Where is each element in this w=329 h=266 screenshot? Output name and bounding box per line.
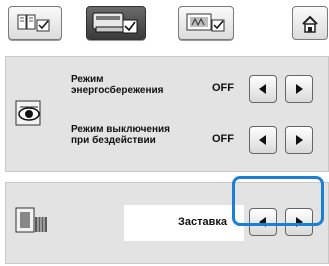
eco-mode-value: OFF (212, 82, 234, 94)
arrow-right-icon (296, 84, 303, 94)
book-check-icon (17, 14, 50, 32)
shutdown-mode-label: Режим выключения при бездействии (71, 124, 170, 146)
home-icon (302, 15, 318, 33)
shutdown-mode-decrease-button[interactable] (249, 126, 277, 154)
screensaver-value-field: Заставка (124, 205, 244, 241)
shutdown-mode-increase-button[interactable] (285, 126, 313, 154)
arrow-left-icon (259, 135, 266, 145)
arrow-right-icon (296, 135, 303, 145)
shutdown-mode-value: OFF (212, 133, 234, 145)
screensaver-icon (15, 207, 47, 233)
eco-mode-increase-button[interactable] (285, 75, 313, 103)
sewing-machine-check-icon (92, 12, 138, 34)
embroidery-settings-tab[interactable] (178, 6, 234, 40)
eco-mode-icon (15, 100, 41, 126)
eco-mode-label: Режим энергосбережения (71, 74, 164, 96)
settings-screen: Режим энергосбережения OFF Режим выключе… (0, 0, 329, 266)
embroidery-check-icon (186, 13, 225, 32)
settings-toolbar (0, 0, 329, 48)
general-settings-tab[interactable] (8, 6, 62, 40)
sewing-settings-tab[interactable] (86, 6, 146, 40)
arrow-left-icon (259, 84, 266, 94)
screensaver-arrows-highlight (232, 176, 324, 226)
home-button[interactable] (292, 6, 328, 40)
eco-mode-decrease-button[interactable] (249, 75, 277, 103)
screensaver-value: Заставка (178, 216, 228, 228)
power-settings-panel: Режим энергосбережения OFF Режим выключе… (5, 56, 329, 172)
